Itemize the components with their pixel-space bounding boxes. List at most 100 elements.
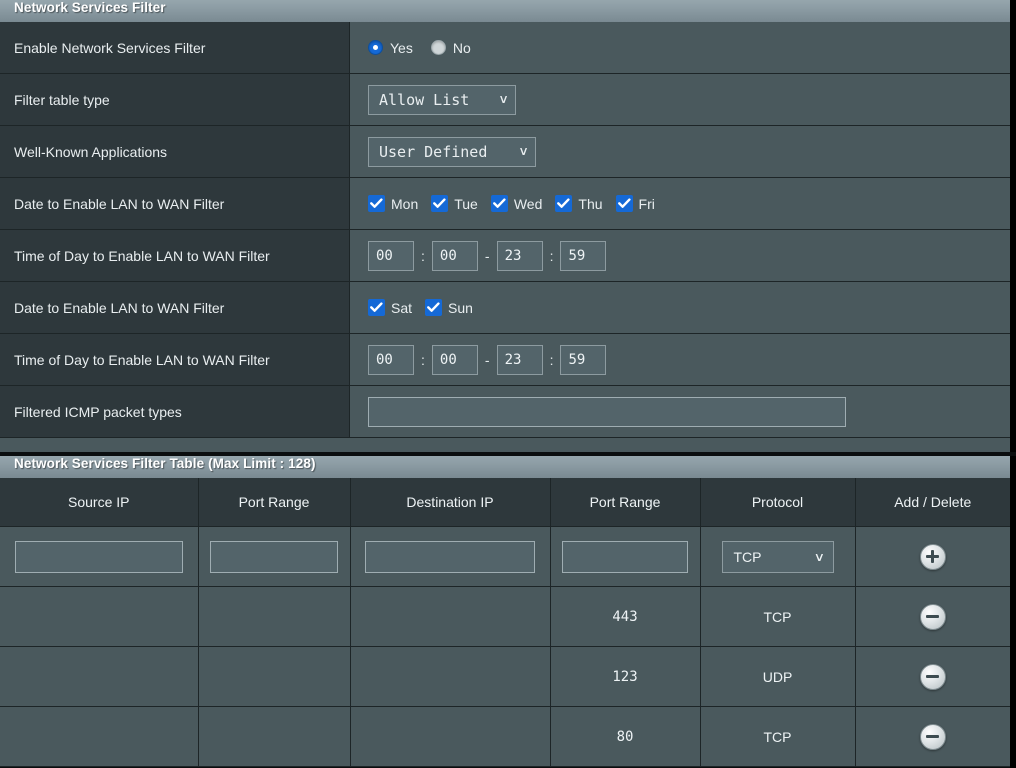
checkbox-option-sun[interactable]: Sun <box>425 299 473 316</box>
filtered-icmp-input[interactable] <box>368 396 846 427</box>
weekend-end-minute-input[interactable]: 59 <box>560 344 607 375</box>
checkbox-option-thu[interactable]: Thu <box>555 195 603 212</box>
radio-option-yes[interactable]: Yes <box>368 40 413 56</box>
filter-table-type-value: Allow List <box>379 90 470 109</box>
weekend-start-minute-input[interactable]: 00 <box>431 344 478 375</box>
well-known-applications-select[interactable]: User Defined ∨ <box>368 136 536 167</box>
label-date-weekday: Date to Enable LAN to WAN Filter <box>0 178 350 229</box>
checkbox-label-sat: Sat <box>391 299 413 316</box>
cell-protocol: TCP <box>700 586 856 647</box>
weekday-checkbox-group: Mon Tue Wed Thu Fri <box>368 195 655 212</box>
row-time-weekday: Time of Day to Enable LAN to WAN Filter … <box>0 230 1010 282</box>
checkbox-option-fri[interactable]: Fri <box>615 195 655 212</box>
input-source-ip[interactable] <box>14 540 183 573</box>
value-time-weekday: 00 : 00 - 23 : 59 <box>350 230 1010 281</box>
radio-yes-label: Yes <box>390 39 413 56</box>
checkbox-label-sun: Sun <box>448 299 473 316</box>
checkbox-checked-icon[interactable] <box>490 195 508 212</box>
plus-icon <box>926 550 940 563</box>
value-date-weekend: Sat Sun <box>350 282 1010 333</box>
weekday-start-minute-input[interactable]: 00 <box>431 240 478 271</box>
input-source-port-range[interactable] <box>209 540 339 573</box>
value-filtered-icmp <box>350 386 1010 437</box>
radio-no-label: No <box>452 39 471 56</box>
weekend-end-hour-input[interactable]: 23 <box>496 344 543 375</box>
protocol-select-value: TCP <box>733 548 762 565</box>
panel-bottom-spacer <box>0 438 1010 452</box>
column-header-source-port-range: Port Range <box>198 478 351 527</box>
row-date-weekend: Date to Enable LAN to WAN Filter Sat Sun <box>0 282 1010 334</box>
time-colon-separator: : <box>549 247 554 264</box>
value-enable-filter: Yes No <box>350 22 1010 73</box>
delete-rule-button[interactable] <box>919 723 946 750</box>
cell-source-ip <box>0 706 199 767</box>
chevron-down-icon: ∨ <box>813 549 825 564</box>
row-enable-filter: Enable Network Services Filter Yes No <box>0 22 1010 74</box>
minus-icon <box>926 615 940 618</box>
checkbox-checked-icon[interactable] <box>555 195 573 212</box>
table-header-row: Source IP Port Range Destination IP Port… <box>0 478 1010 527</box>
checkbox-option-wed[interactable]: Wed <box>490 195 542 212</box>
filter-table: Source IP Port Range Destination IP Port… <box>0 478 1010 767</box>
column-header-protocol: Protocol <box>700 478 856 527</box>
value-filter-table-type: Allow List ∨ <box>350 74 1010 125</box>
protocol-select[interactable]: TCP ∨ <box>721 540 834 573</box>
label-enable-filter: Enable Network Services Filter <box>0 22 350 73</box>
well-known-applications-value: User Defined <box>379 142 488 161</box>
checkbox-option-mon[interactable]: Mon <box>368 195 418 212</box>
table-row: 123 UDP <box>0 646 1010 707</box>
checkbox-label-tue: Tue <box>454 195 478 212</box>
row-time-weekend: Time of Day to Enable LAN to WAN Filter … <box>0 334 1010 386</box>
label-time-weekend: Time of Day to Enable LAN to WAN Filter <box>0 334 350 385</box>
cell-source-ip <box>0 586 199 647</box>
value-date-weekday: Mon Tue Wed Thu Fri <box>350 178 1010 229</box>
checkbox-checked-icon[interactable] <box>615 195 633 212</box>
row-filtered-icmp: Filtered ICMP packet types <box>0 386 1010 438</box>
weekday-start-hour-input[interactable]: 00 <box>368 240 414 271</box>
time-colon-separator: : <box>549 351 554 368</box>
checkbox-option-tue[interactable]: Tue <box>431 195 478 212</box>
filter-table-type-select[interactable]: Allow List ∨ <box>368 84 516 115</box>
label-well-known-applications: Well-Known Applications <box>0 126 350 177</box>
row-date-weekday: Date to Enable LAN to WAN Filter Mon Tue… <box>0 178 1010 230</box>
weekday-time-group: 00 : 00 - 23 : 59 <box>368 240 607 271</box>
cell-protocol: UDP <box>700 646 856 707</box>
delete-rule-button[interactable] <box>919 663 946 690</box>
cell-input-destination-port <box>550 526 701 587</box>
weekday-end-hour-input[interactable]: 23 <box>496 240 543 271</box>
radio-option-no[interactable]: No <box>430 39 471 56</box>
cell-input-action <box>855 526 1010 587</box>
radio-no-icon[interactable] <box>430 40 446 55</box>
table-panel-title-text: Network Services Filter Table (Max Limit… <box>14 456 316 471</box>
settings-panel-title-text: Network Services Filter <box>14 0 166 15</box>
checkbox-checked-icon[interactable] <box>368 299 385 316</box>
input-destination-ip[interactable] <box>365 540 535 573</box>
cell-input-source-ip <box>0 526 199 587</box>
weekend-checkbox-group: Sat Sun <box>368 299 473 316</box>
checkbox-option-sat[interactable]: Sat <box>368 299 412 316</box>
checkbox-checked-icon[interactable] <box>431 195 449 212</box>
table-panel-title: Network Services Filter Table (Max Limit… <box>0 456 1010 478</box>
chevron-down-icon: ∨ <box>498 91 509 106</box>
cell-destination-port-range: 123 <box>550 646 701 707</box>
value-time-weekend: 00 : 00 - 23 : 59 <box>350 334 1010 385</box>
input-destination-port-range[interactable] <box>561 540 689 573</box>
cell-action <box>855 706 1010 767</box>
weekday-end-minute-input[interactable]: 59 <box>560 240 607 271</box>
cell-source-ip <box>0 646 199 707</box>
table-row: 80 TCP <box>0 706 1010 767</box>
weekend-start-hour-input[interactable]: 00 <box>368 344 414 375</box>
column-header-destination-ip: Destination IP <box>350 478 551 527</box>
delete-rule-button[interactable] <box>919 603 946 630</box>
page-root: Network Services Filter Enable Network S… <box>0 0 1016 768</box>
radio-yes-icon[interactable] <box>368 40 383 55</box>
checkbox-checked-icon[interactable] <box>368 195 385 212</box>
checkbox-label-mon: Mon <box>391 195 419 212</box>
checkbox-checked-icon[interactable] <box>425 299 443 316</box>
checkbox-label-thu: Thu <box>578 195 603 212</box>
chevron-down-icon: ∨ <box>518 143 529 158</box>
add-rule-button[interactable] <box>919 543 946 570</box>
column-header-destination-port-range: Port Range <box>550 478 701 527</box>
cell-source-port-range <box>198 646 351 707</box>
cell-destination-ip <box>350 706 551 767</box>
